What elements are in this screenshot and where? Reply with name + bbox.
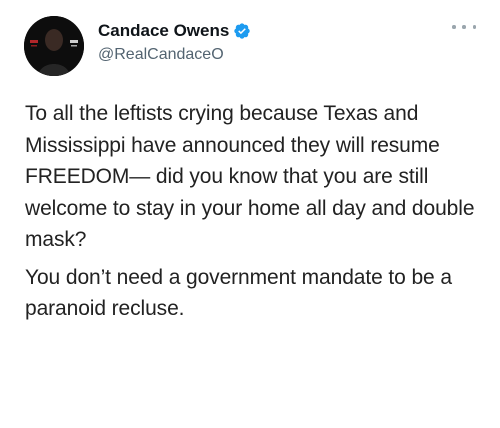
more-dot bbox=[452, 25, 456, 29]
more-dot bbox=[462, 25, 466, 29]
tweet-paragraph: You don’t need a government mandate to b… bbox=[25, 265, 452, 321]
tweet-text: To all the leftists crying because Texas… bbox=[25, 98, 480, 331]
author-handle[interactable]: @RealCandaceO bbox=[98, 44, 251, 66]
name-row: Candace Owens bbox=[98, 20, 251, 42]
author-display-name[interactable]: Candace Owens bbox=[98, 20, 229, 42]
profile-avatar[interactable] bbox=[24, 16, 84, 76]
more-options-icon[interactable] bbox=[452, 22, 476, 32]
more-dot bbox=[472, 25, 476, 29]
tweet-card: Candace Owens @RealCandaceO To all the l… bbox=[0, 0, 500, 428]
avatar-image bbox=[24, 16, 84, 76]
verified-badge-icon bbox=[233, 22, 251, 40]
tweet-header: Candace Owens @RealCandaceO bbox=[98, 20, 251, 66]
tweet-paragraph: To all the leftists crying because Texas… bbox=[25, 102, 475, 251]
